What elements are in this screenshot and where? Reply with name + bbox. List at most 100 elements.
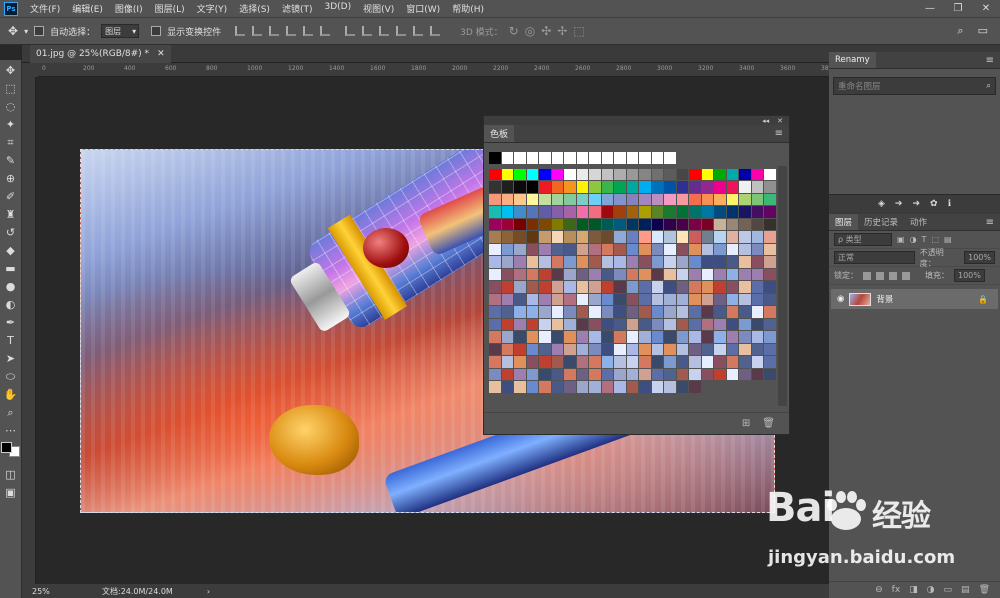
swatch[interactable] [676,256,689,269]
swatch[interactable] [739,331,752,344]
swatch[interactable] [764,243,777,256]
swatch[interactable] [626,231,639,244]
swatch[interactable] [739,231,752,244]
swatch[interactable] [626,293,639,306]
swatch[interactable] [526,193,539,206]
swatch[interactable] [489,318,502,331]
swatch[interactable] [601,181,614,194]
swatch[interactable] [539,256,552,269]
swatch[interactable] [701,306,714,319]
swatch[interactable] [489,293,502,306]
swatch[interactable] [639,293,652,306]
swatch[interactable] [526,368,539,381]
swatch[interactable] [601,206,614,219]
swatch[interactable] [501,152,514,165]
panel-tool-icon-0[interactable]: ◈ [878,199,885,209]
swatch[interactable] [714,206,727,219]
swatch[interactable] [501,293,514,306]
swatch[interactable] [564,306,577,319]
swatch[interactable] [676,281,689,294]
swatch[interactable] [489,331,502,344]
swatch[interactable] [651,331,664,344]
crop-tool-icon[interactable]: ⌗ [3,136,19,150]
swatch[interactable] [726,168,739,181]
swatch[interactable] [526,268,539,281]
swatch[interactable] [501,331,514,344]
swatch[interactable] [714,181,727,194]
swatch[interactable] [626,206,639,219]
swatch[interactable] [651,268,664,281]
swatch[interactable] [739,306,752,319]
swatch[interactable] [514,152,527,165]
swatch[interactable] [501,356,514,369]
swatch[interactable] [676,206,689,219]
swatch[interactable] [489,306,502,319]
layers-footer-icon-1[interactable]: fx [892,585,901,595]
swatch[interactable] [676,343,689,356]
swatch[interactable] [501,206,514,219]
swatch[interactable] [701,181,714,194]
swatch[interactable] [651,181,664,194]
swatch[interactable] [564,181,577,194]
swatch[interactable] [564,256,577,269]
swatch[interactable] [551,293,564,306]
swatch[interactable] [726,218,739,231]
swatch[interactable] [676,368,689,381]
swatch[interactable] [514,268,527,281]
swatch[interactable] [601,368,614,381]
swatch[interactable] [489,206,502,219]
swatch[interactable] [626,318,639,331]
filter-adjust-icon[interactable]: ◑ [910,235,917,244]
swatch[interactable] [701,293,714,306]
swatch[interactable] [764,293,777,306]
swatch[interactable] [489,368,502,381]
swatch[interactable] [764,193,777,206]
hand-tool-icon[interactable]: ✋ [3,388,19,402]
swatch[interactable] [739,181,752,194]
swatch[interactable] [764,218,777,231]
swatch[interactable] [626,356,639,369]
swatch[interactable] [726,368,739,381]
3d-slide-icon[interactable]: ✢ [557,24,567,38]
swatch[interactable] [551,206,564,219]
lock-transparency-icon[interactable] [863,271,871,280]
vertical-ruler[interactable] [22,77,36,584]
swatch[interactable] [551,181,564,194]
swatch[interactable] [626,243,639,256]
swatch[interactable] [526,343,539,356]
tab-layers-2[interactable]: 动作 [904,214,933,230]
swatch[interactable] [539,181,552,194]
swatch[interactable] [664,231,677,244]
swatch[interactable] [614,368,627,381]
more-tools-icon[interactable]: ⋯ [3,424,19,438]
swatch[interactable] [501,268,514,281]
swatch[interactable] [676,168,689,181]
pen-tool-icon[interactable]: ✒ [3,316,19,330]
swatch[interactable] [539,152,552,165]
3d-pan-icon[interactable]: ✣ [541,24,551,38]
swatch[interactable] [701,268,714,281]
shape-tool-icon[interactable]: ⬭ [3,370,19,384]
swatch[interactable] [614,331,627,344]
align-right-icon[interactable] [320,26,331,36]
distribute-right-icon[interactable] [430,26,441,36]
swatch[interactable] [664,318,677,331]
swatch[interactable] [664,306,677,319]
swatch[interactable] [551,231,564,244]
swatch[interactable] [589,293,602,306]
align-hcenter-icon[interactable] [303,26,314,36]
swatch[interactable] [526,293,539,306]
layers-footer-icon-0[interactable]: ⊖ [875,585,883,595]
swatch[interactable] [676,331,689,344]
stamp-tool-icon[interactable]: ♜ [3,208,19,222]
swatch[interactable] [501,231,514,244]
swatch[interactable] [539,293,552,306]
layers-footer-icon-4[interactable]: ▭ [944,585,953,595]
swatch[interactable] [514,343,527,356]
swatch[interactable] [551,331,564,344]
swatch[interactable] [714,331,727,344]
search-icon[interactable]: ⌕ [957,24,963,38]
swatch[interactable] [676,293,689,306]
swatch[interactable] [489,193,502,206]
swatch[interactable] [689,243,702,256]
